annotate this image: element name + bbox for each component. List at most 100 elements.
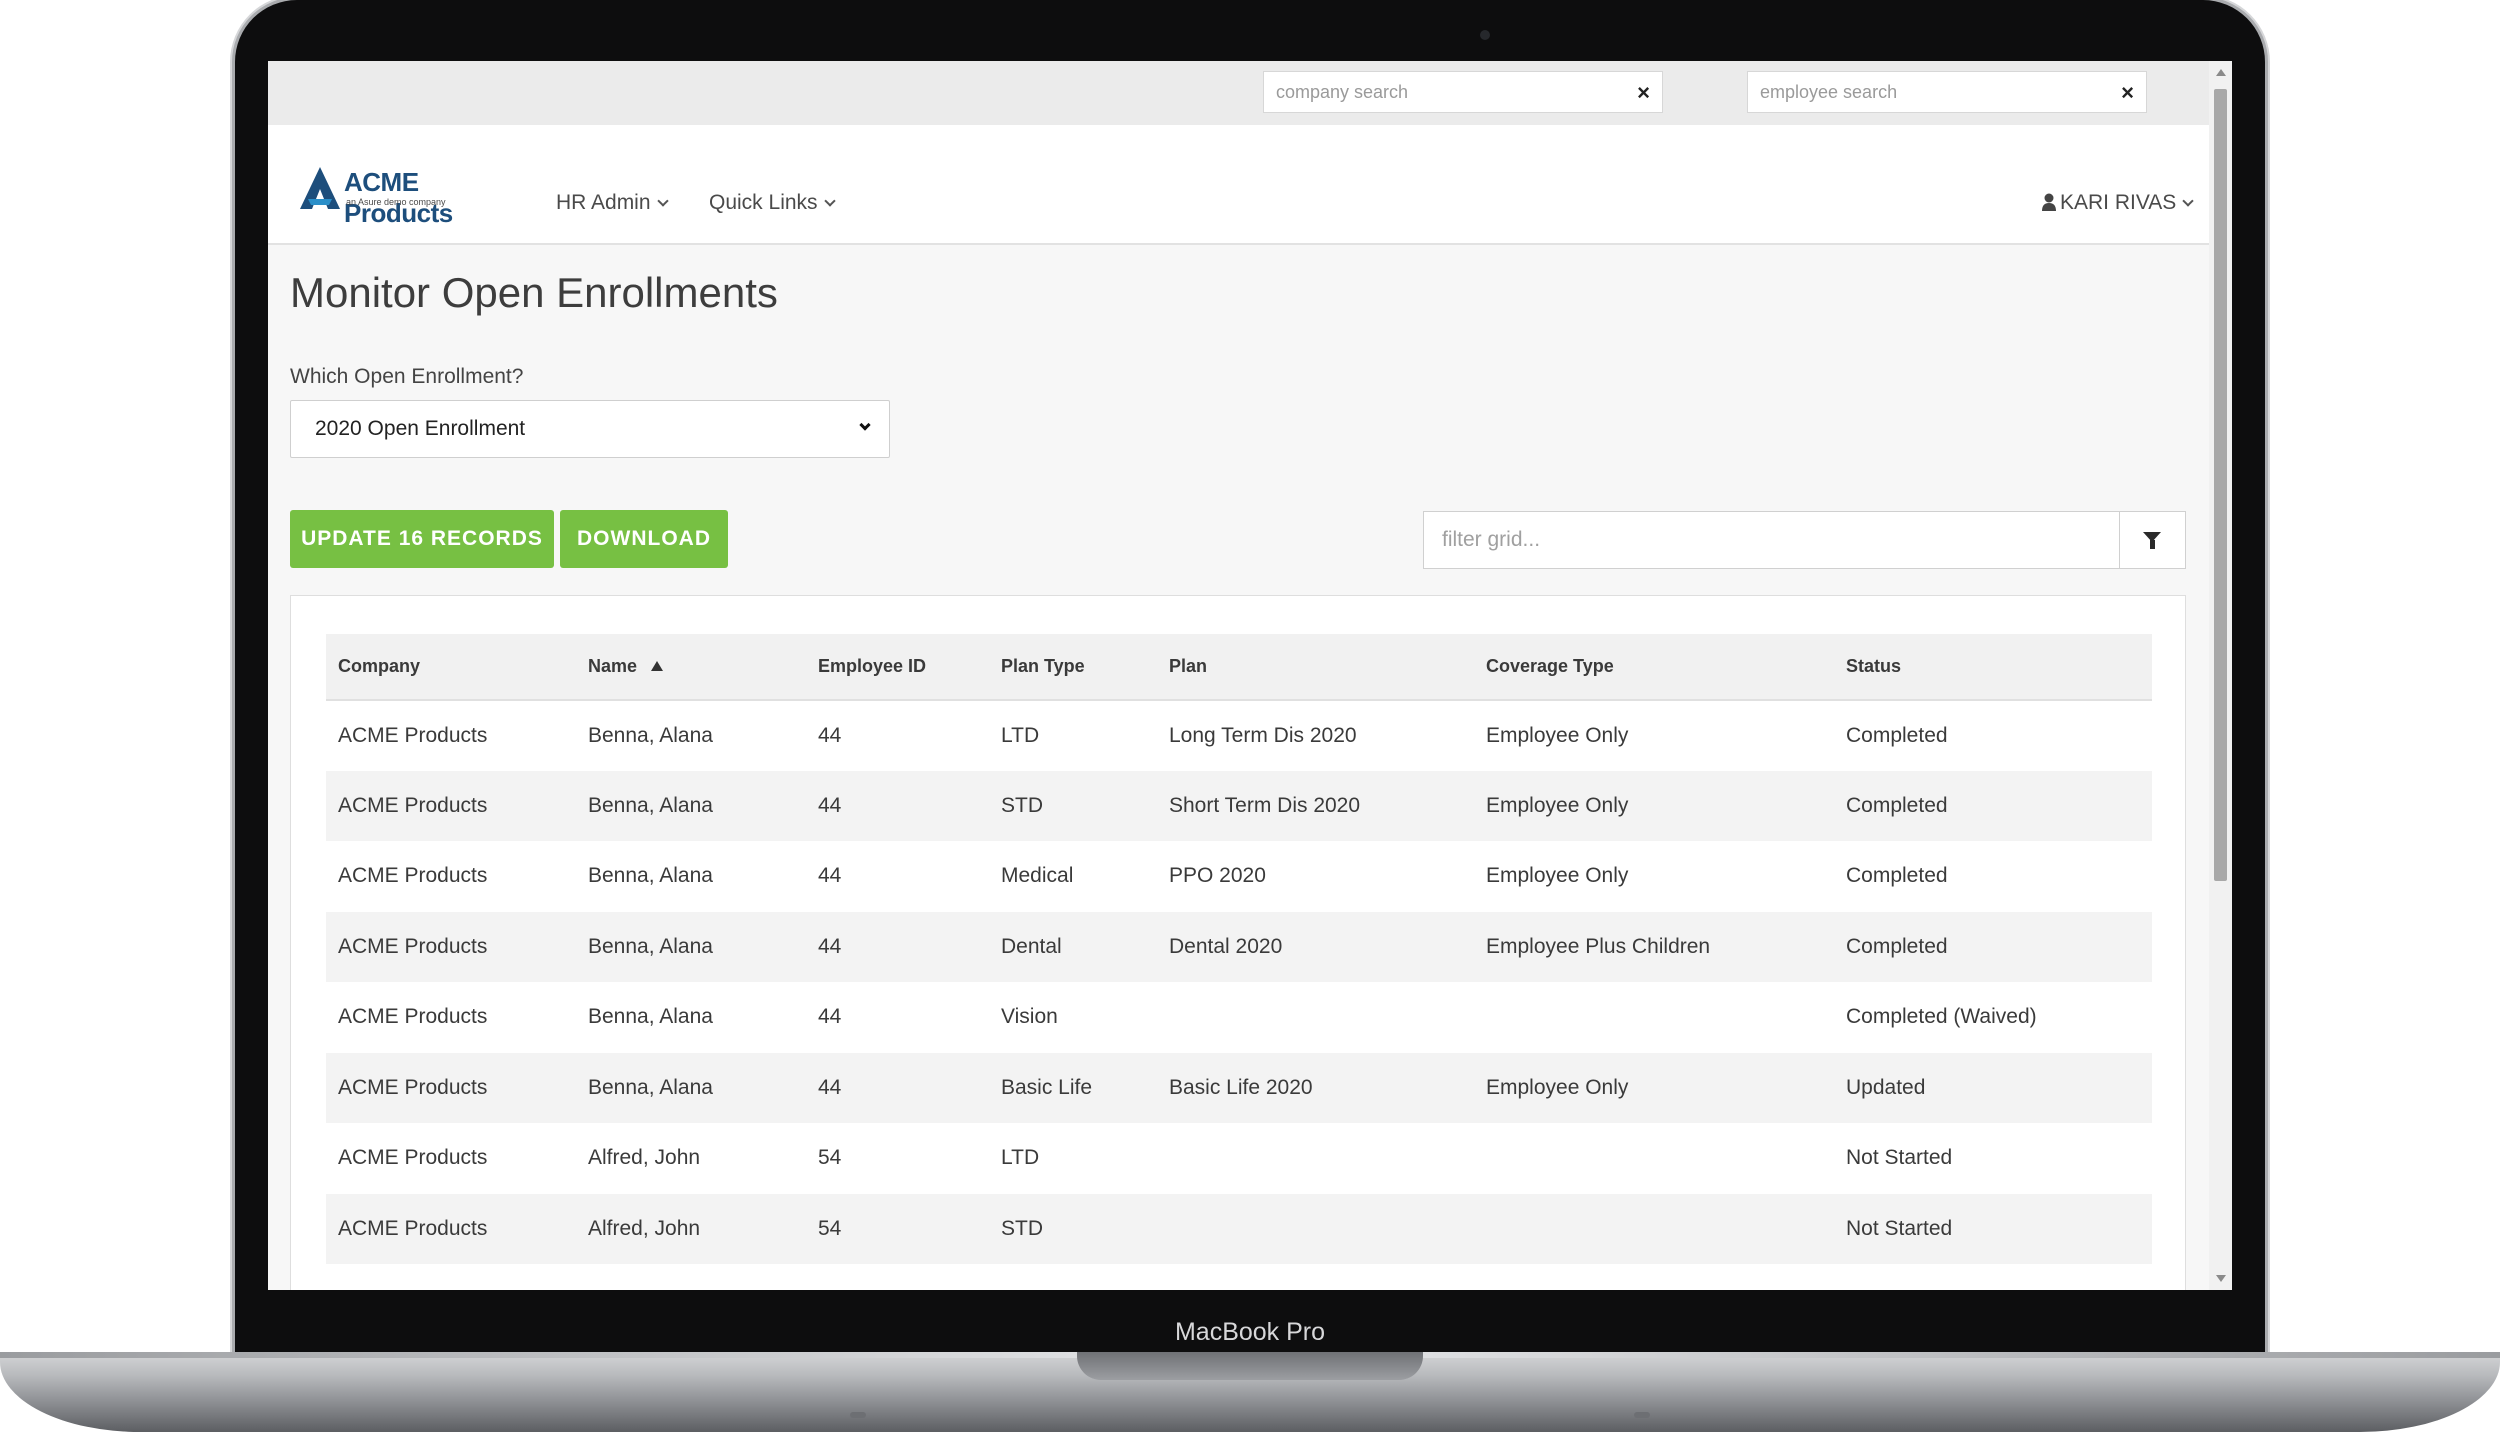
- nav-hr-admin-label: HR Admin: [556, 191, 651, 214]
- cell-coverage-type: Employee Only: [1474, 1052, 1834, 1123]
- cell-company: ACME Products: [338, 1146, 488, 1170]
- cell-company: ACME Products: [338, 723, 488, 747]
- column-header-company[interactable]: Company: [326, 634, 576, 701]
- scrollbar-thumb[interactable]: [2214, 89, 2227, 881]
- cell-status: Not Started: [1834, 1193, 2152, 1264]
- cell-employee-id: 54: [806, 1193, 989, 1264]
- table-row[interactable]: ACME Products Benna, Alana 44 Basic Life Bas…: [326, 1052, 2152, 1123]
- cell-employee-id: 44: [806, 911, 989, 982]
- cell-coverage-type: Employee Plus Children: [1474, 911, 1834, 982]
- table-row[interactable]: ACME Products Benna, Alana 44 Dental Dental …: [326, 911, 2152, 982]
- cell-name: Benna, Alana: [576, 911, 806, 982]
- cell-name: Alfred, John: [576, 1193, 806, 1264]
- user-menu[interactable]: KARI RIVAS: [2042, 191, 2194, 215]
- cell-plan-type: STD: [989, 770, 1157, 841]
- table-row[interactable]: ACME Products Alfred, John 54 STD Not Starte…: [326, 1193, 2152, 1264]
- nav-quick-links-label: Quick Links: [709, 191, 818, 214]
- cell-name: Benna, Alana: [588, 723, 713, 747]
- cell-plan-type: Medical: [1001, 864, 1074, 888]
- laptop-foot: [1634, 1412, 1650, 1418]
- close-icon[interactable]: ×: [2121, 80, 2134, 106]
- company-search-input[interactable]: [1264, 72, 1662, 112]
- table-row[interactable]: ACME Products Benna, Alana 44 STD Short Term…: [326, 770, 2152, 841]
- cell-plan-type: LTD: [1001, 1146, 1040, 1170]
- cell-status: Completed: [1846, 723, 1948, 747]
- column-header-employee-id[interactable]: Employee ID: [806, 634, 989, 701]
- navbar: ACME Products an Asure demo company: [268, 125, 2209, 245]
- cell-status: Not Started: [1846, 1146, 1953, 1170]
- cell-company: ACME Products: [326, 1052, 576, 1123]
- cell-company: ACME Products: [326, 1193, 576, 1264]
- column-header-status[interactable]: Status: [1834, 634, 2152, 701]
- table-body: ACME Products Benna, Alana 44 LTD Long Term …: [326, 700, 2152, 1264]
- cell-employee-id: 44: [818, 864, 842, 888]
- table-header-row: Company Name Employee ID Plan Type Plan …: [326, 634, 2152, 701]
- enrollment-grid: Company Name Employee ID Plan Type Plan …: [290, 595, 2186, 1290]
- company-search-box: ×: [1263, 71, 1663, 113]
- cell-coverage-type: Employee Only: [1486, 864, 1629, 888]
- acme-logo-icon: [300, 167, 340, 209]
- filter-grid: [1423, 511, 2186, 569]
- cell-company: ACME Products: [326, 911, 576, 982]
- employee-search-input[interactable]: [1748, 72, 2146, 112]
- cell-coverage-type: [1474, 982, 1834, 1053]
- column-header-plan[interactable]: Plan: [1157, 634, 1474, 701]
- cell-plan-type: LTD: [1001, 723, 1040, 747]
- page-scrollbar[interactable]: [2209, 61, 2232, 1290]
- cell-name: Alfred, John: [588, 1146, 701, 1170]
- cell-coverage-type: Employee Only: [1474, 770, 1834, 841]
- enrollment-select-value: 2020 Open Enrollment: [315, 417, 526, 440]
- laptop-foot: [850, 1412, 866, 1418]
- laptop-hinge-notch: [1077, 1352, 1423, 1380]
- cell-plan: Long Term Dis 2020: [1169, 723, 1357, 747]
- cell-status: Completed (Waived): [1846, 1005, 2037, 1029]
- page-title: Monitor Open Enrollments: [290, 269, 778, 316]
- sort-ascending-icon: [651, 661, 664, 671]
- cell-plan: Basic Life 2020: [1157, 1052, 1474, 1123]
- filter-grid-input[interactable]: [1424, 512, 2118, 568]
- cell-name: Benna, Alana: [576, 770, 806, 841]
- cell-employee-id: 44: [818, 1005, 842, 1029]
- cell-company: ACME Products: [338, 1005, 488, 1029]
- column-header-name[interactable]: Name: [576, 634, 806, 701]
- cell-status: Updated: [1834, 1052, 2152, 1123]
- table-row[interactable]: ACME Products Benna, Alana 44 LTD Long Term …: [326, 700, 2152, 771]
- update-records-button[interactable]: UPDATE 16 RECORDS: [290, 510, 554, 568]
- column-header-coverage-type[interactable]: Coverage Type: [1474, 634, 1834, 701]
- chevron-down-icon: [2182, 195, 2194, 207]
- close-icon[interactable]: ×: [1637, 80, 1650, 106]
- cell-status: Completed: [1834, 770, 2152, 841]
- cell-employee-id: 54: [818, 1146, 842, 1170]
- column-header-plan-type[interactable]: Plan Type: [989, 634, 1157, 701]
- employee-search-box: ×: [1747, 71, 2147, 113]
- user-name: KARI RIVAS: [2060, 191, 2177, 214]
- cell-plan-type: Vision: [1001, 1005, 1058, 1029]
- scroll-down-icon[interactable]: [2216, 1275, 2226, 1282]
- cell-plan: PPO 2020: [1169, 864, 1266, 888]
- cell-plan: Dental 2020: [1157, 911, 1474, 982]
- enrollment-label: Which Open Enrollment?: [290, 365, 524, 388]
- cell-plan-type: Dental: [989, 911, 1157, 982]
- column-header-name-label: Name: [588, 656, 638, 676]
- filter-button[interactable]: [2119, 512, 2185, 568]
- cell-name: Benna, Alana: [588, 1005, 713, 1029]
- table-row[interactable]: ACME Products Alfred, John 54 LTD Not Starte…: [326, 1123, 2152, 1194]
- download-button[interactable]: DOWNLOAD: [560, 510, 728, 568]
- cell-plan-type: STD: [989, 1193, 1157, 1264]
- company-logo[interactable]: ACME Products an Asure demo company: [298, 165, 528, 228]
- nav-hr-admin[interactable]: HR Admin: [556, 191, 669, 215]
- enrollment-select[interactable]: 2020 Open Enrollment: [290, 400, 890, 458]
- cell-name: Benna, Alana: [588, 864, 713, 888]
- table-row[interactable]: ACME Products Benna, Alana 44 Vision Complet…: [326, 982, 2152, 1053]
- cell-status: Completed: [1834, 911, 2152, 982]
- cell-plan: [1157, 1193, 1474, 1264]
- cell-company: ACME Products: [338, 864, 488, 888]
- scroll-up-icon[interactable]: [2216, 69, 2226, 76]
- cell-employee-id: 44: [818, 723, 842, 747]
- cell-company: ACME Products: [326, 770, 576, 841]
- chevron-down-icon: [859, 419, 871, 431]
- nav-quick-links[interactable]: Quick Links: [709, 191, 836, 215]
- chevron-down-icon: [823, 195, 836, 207]
- logo-subtitle: an Asure demo company: [346, 197, 446, 207]
- table-row[interactable]: ACME Products Benna, Alana 44 Medical PPO 20…: [326, 841, 2152, 912]
